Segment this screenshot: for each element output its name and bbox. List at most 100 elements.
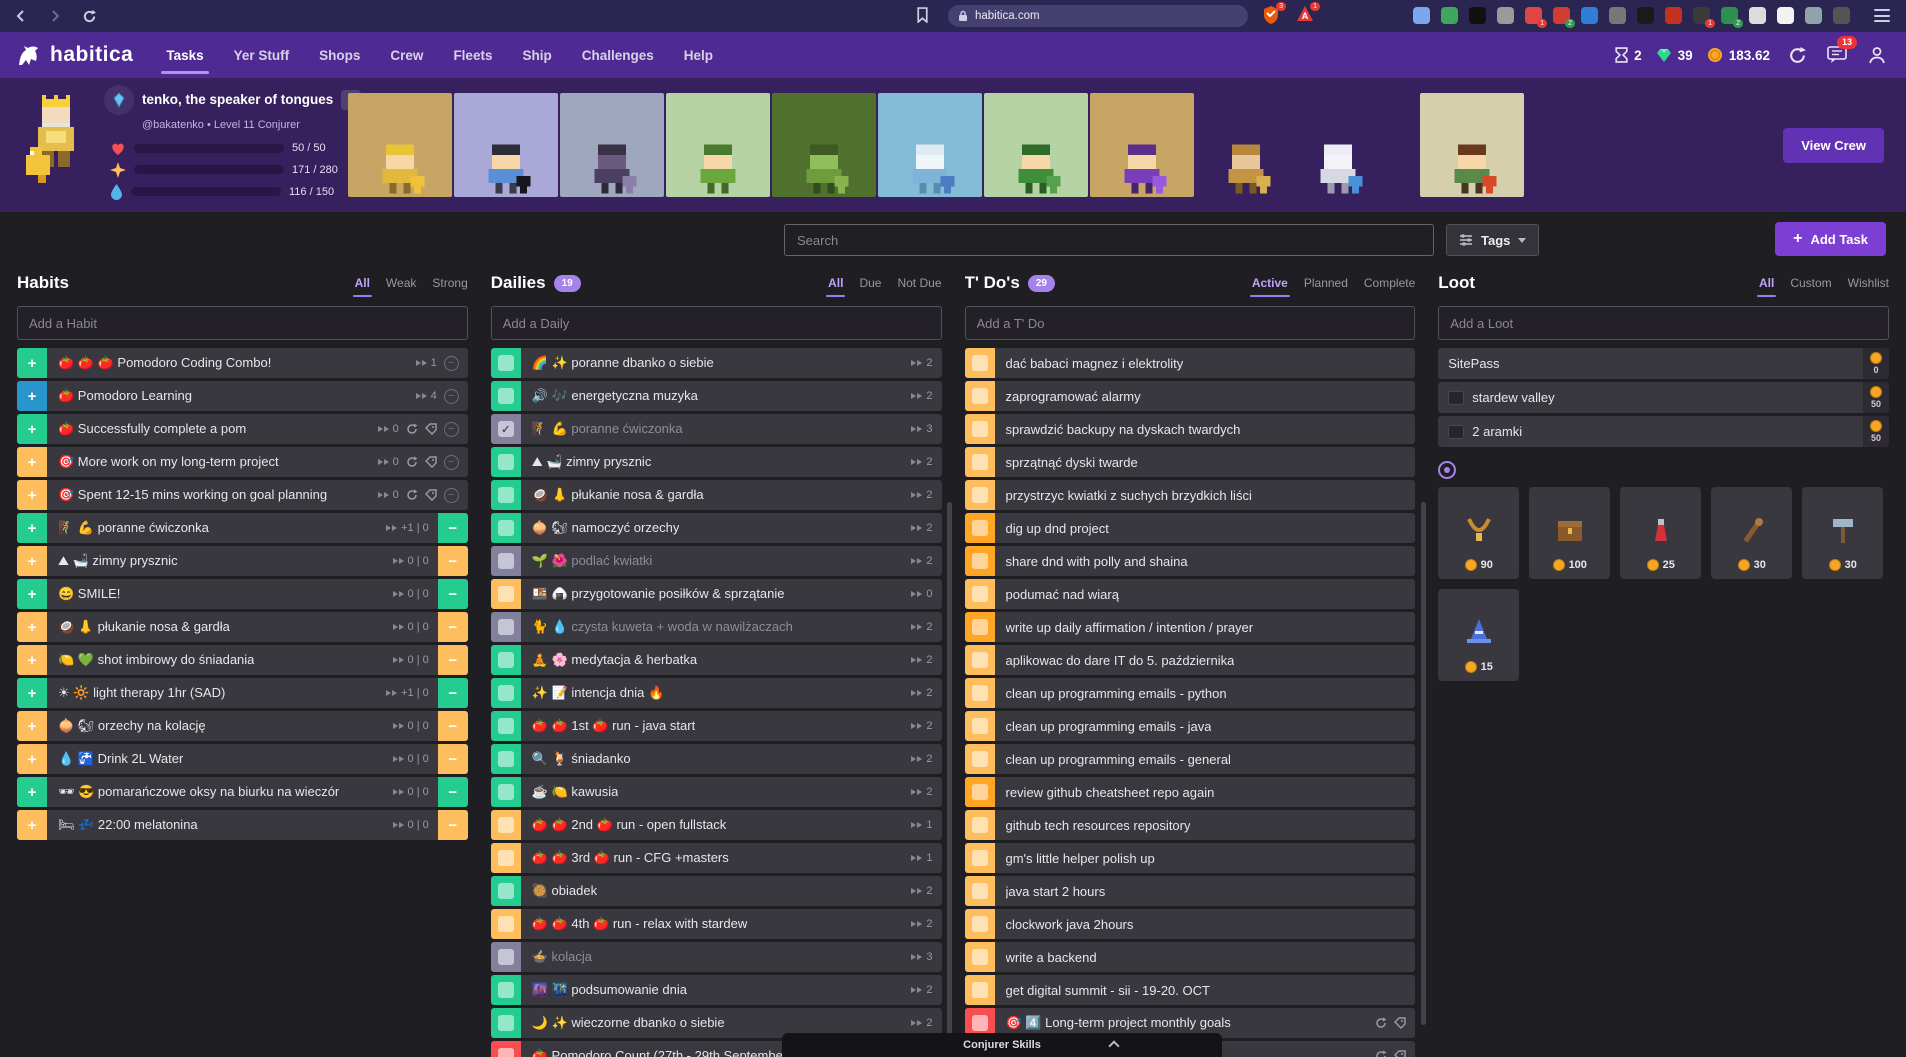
todo-title[interactable]: clean up programming emails - general: [1006, 752, 1231, 767]
party-member-avatar[interactable]: [1206, 93, 1286, 197]
todo-title[interactable]: przystrzyc kwiatki z suchych brzydkich l…: [1006, 488, 1252, 503]
todo-checkbox[interactable]: [964, 876, 995, 906]
todo-title[interactable]: zaprogramować alarmy: [1006, 389, 1141, 404]
daily-title[interactable]: 🌱 🌺 podlać kwiatki: [532, 553, 653, 569]
todo-title[interactable]: dig up dnd project: [1006, 521, 1109, 536]
filter-not-due[interactable]: Not Due: [897, 276, 941, 290]
browser-menu-icon[interactable]: [1874, 9, 1890, 22]
player-name[interactable]: tenko, the speaker of tongues: [142, 92, 333, 107]
todo-checkbox[interactable]: [964, 513, 995, 543]
todo-checkbox[interactable]: [964, 810, 995, 840]
daily-checkbox[interactable]: [490, 447, 521, 477]
extension-icon[interactable]: [1637, 7, 1654, 24]
daily-checkbox[interactable]: [490, 612, 521, 642]
habit-plus-button[interactable]: +: [17, 348, 47, 378]
daily-checkbox[interactable]: [490, 975, 521, 1005]
daily-checkbox[interactable]: ✓: [490, 414, 521, 444]
extension-icon[interactable]: [1469, 7, 1486, 24]
filter-active[interactable]: Active: [1249, 276, 1290, 297]
habit-plus-button[interactable]: +: [17, 414, 47, 444]
gem-currency[interactable]: 39: [1656, 48, 1693, 63]
habit-minus-button[interactable]: −: [437, 513, 468, 543]
extension-icon[interactable]: [1609, 7, 1626, 24]
daily-title[interactable]: 🍱 🍙 przygotowanie posiłków & sprzątanie: [532, 586, 785, 602]
daily-title[interactable]: ⛰ 🛁 zimny prysznic: [532, 454, 652, 470]
todo-title[interactable]: gm's little helper polish up: [1006, 851, 1155, 866]
todo-title[interactable]: podumać nad wiarą: [1006, 587, 1119, 602]
habit-title[interactable]: 🧗 💪 poranne ćwiczonka: [58, 520, 209, 536]
daily-checkbox[interactable]: [490, 513, 521, 543]
habit-title[interactable]: 🍋 💚 shot imbirowy do śniadania: [58, 652, 254, 668]
nav-item-crew[interactable]: Crew: [375, 32, 438, 78]
extension-icon[interactable]: [1581, 7, 1598, 24]
filter-weak[interactable]: Weak: [386, 276, 416, 290]
nav-item-ship[interactable]: Ship: [507, 32, 566, 78]
habit-minus-button[interactable]: −: [437, 678, 468, 708]
adblock-extension-icon[interactable]: A 1: [1296, 2, 1320, 25]
habit-minus-button[interactable]: −: [437, 546, 468, 576]
daily-checkbox[interactable]: [490, 777, 521, 807]
reward-row[interactable]: stardew valley 50: [1438, 382, 1889, 413]
party-member-avatar[interactable]: [1090, 93, 1194, 197]
daily-title[interactable]: 🌙 ✨ wieczorne dbanko o siebie: [532, 1015, 725, 1031]
daily-checkbox[interactable]: [490, 678, 521, 708]
habit-title[interactable]: 😄 SMILE!: [58, 586, 120, 602]
extension-icon[interactable]: 1: [1525, 7, 1547, 28]
todo-checkbox[interactable]: [964, 843, 995, 873]
todo-title[interactable]: share dnd with polly and shaina: [1006, 554, 1188, 569]
filter-all[interactable]: All: [826, 276, 846, 297]
habit-plus-button[interactable]: +: [17, 447, 47, 477]
daily-title[interactable]: 🍲 kolacja: [532, 949, 592, 965]
todo-checkbox[interactable]: [964, 942, 995, 972]
player-avatar[interactable]: [22, 95, 90, 195]
extension-icon[interactable]: [1749, 7, 1766, 24]
daily-title[interactable]: 🔊 🎶 energetyczna muzyka: [532, 388, 698, 404]
todo-title[interactable]: clockwork java 2hours: [1006, 917, 1134, 932]
todo-title[interactable]: github tech resources repository: [1006, 818, 1191, 833]
habit-plus-button[interactable]: +: [17, 546, 47, 576]
shield-extension-icon[interactable]: 3: [1262, 2, 1286, 25]
dailies-scrollbar[interactable]: [947, 502, 952, 1045]
daily-checkbox[interactable]: [490, 645, 521, 675]
filter-strong[interactable]: Strong: [432, 276, 467, 290]
daily-title[interactable]: 🧅 🐿 namoczyć orzechy: [532, 520, 680, 536]
daily-checkbox[interactable]: [490, 810, 521, 840]
todo-title[interactable]: java start 2 hours: [1006, 884, 1106, 899]
shop-item-wand[interactable]: 30: [1711, 487, 1793, 579]
todo-title[interactable]: get digital summit - sii - 19-20. OCT: [1006, 983, 1210, 998]
add-todo-input[interactable]: [964, 306, 1416, 340]
habit-title[interactable]: 🥥 👃 płukanie nosa & gardła: [58, 619, 230, 635]
daily-checkbox[interactable]: [490, 348, 521, 378]
daily-checkbox[interactable]: [490, 744, 521, 774]
reward-row[interactable]: SitePass 0: [1438, 348, 1889, 379]
reward-row[interactable]: 2 aramki 50: [1438, 416, 1889, 447]
habit-plus-button[interactable]: +: [17, 612, 47, 642]
tags-filter-button[interactable]: Tags: [1446, 224, 1540, 256]
daily-checkbox[interactable]: [490, 909, 521, 939]
extension-icon[interactable]: [1413, 7, 1430, 24]
browser-forward-icon[interactable]: [46, 7, 64, 25]
todo-checkbox[interactable]: [964, 414, 995, 444]
todo-title[interactable]: sprzątnąć dyski twarde: [1006, 455, 1138, 470]
daily-checkbox[interactable]: [490, 942, 521, 972]
search-input[interactable]: [784, 224, 1434, 256]
daily-checkbox[interactable]: [490, 1041, 521, 1057]
filter-custom[interactable]: Custom: [1790, 276, 1831, 290]
browser-reload-icon[interactable]: [80, 7, 98, 25]
shop-item-hammer[interactable]: 30: [1802, 487, 1884, 579]
todo-checkbox[interactable]: [964, 975, 995, 1005]
shop-item-amulet[interactable]: 90: [1438, 487, 1520, 579]
daily-checkbox[interactable]: [490, 876, 521, 906]
todos-scrollbar[interactable]: [1421, 502, 1426, 1025]
daily-title[interactable]: 🥘 obiadek: [532, 883, 597, 899]
todo-checkbox[interactable]: [964, 777, 995, 807]
nav-item-shops[interactable]: Shops: [304, 32, 375, 78]
view-crew-button[interactable]: View Crew: [1783, 127, 1884, 163]
todo-checkbox[interactable]: [964, 711, 995, 741]
profile-button[interactable]: [1864, 42, 1890, 68]
extension-icon[interactable]: [1805, 7, 1822, 24]
gold-currency[interactable]: 183.62: [1707, 47, 1770, 63]
habit-title[interactable]: 🎯 More work on my long-term project: [58, 454, 279, 470]
habit-plus-button[interactable]: +: [17, 777, 47, 807]
daily-title[interactable]: 🔍 🍹 śniadanko: [532, 751, 631, 767]
